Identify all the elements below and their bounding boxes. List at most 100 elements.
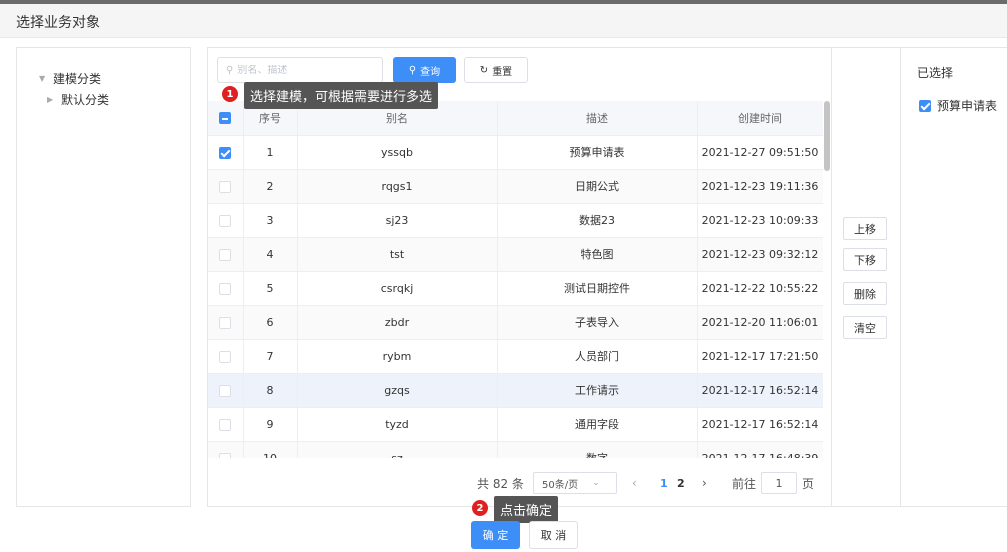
prev-page-icon[interactable]: ‹	[632, 472, 637, 494]
next-page-icon[interactable]: ›	[702, 472, 707, 494]
search-icon: ⚲	[408, 64, 417, 76]
row-checkbox[interactable]	[219, 214, 232, 227]
confirm-button[interactable]: 确 定	[471, 521, 520, 549]
page-1[interactable]: 1	[660, 472, 668, 494]
select-all-checkbox[interactable]	[219, 112, 232, 125]
alias-cell: gzqs	[297, 373, 498, 408]
table-row[interactable]: 6 zbdr 子表导入 2021-12-20 11:06:01	[208, 305, 823, 340]
row-checkbox[interactable]	[219, 180, 232, 193]
delete-button[interactable]: 删除	[843, 282, 887, 305]
created-time-cell: 2021-12-20 11:06:01	[697, 305, 823, 340]
table-row[interactable]: 9 tyzd 通用字段 2021-12-17 16:52:14	[208, 407, 823, 442]
row-number-cell: 7	[243, 339, 298, 374]
row-number-cell: 10	[243, 441, 298, 458]
description-cell: 特色图	[497, 237, 698, 272]
created-time-cell: 2021-12-23 10:09:33	[697, 203, 823, 238]
description-cell: 子表导入	[497, 305, 698, 340]
checkbox-cell[interactable]	[208, 169, 244, 204]
table-row[interactable]: 1 yssqb 预算申请表 2021-12-27 09:51:50	[208, 135, 823, 170]
row-checkbox[interactable]	[219, 282, 232, 295]
description-cell: 通用字段	[497, 407, 698, 442]
checkbox-cell[interactable]	[208, 237, 244, 272]
reset-button-label: 重置	[492, 66, 513, 78]
created-time-cell: 2021-12-17 16:52:14	[697, 373, 823, 408]
hint-tooltip-select: 选择建模，可根据需要进行多选	[244, 82, 439, 109]
pagination: 共 82 条 50条/页 ⌄ ‹ 1 2 › 前往 1 页	[208, 472, 833, 496]
row-checkbox[interactable]	[219, 146, 232, 159]
row-checkbox[interactable]	[219, 418, 232, 431]
dialog-title: 选择业务对象	[16, 15, 100, 31]
action-column: 上移 下移 删除 清空	[832, 47, 900, 507]
description-cell: 工作请示	[497, 373, 698, 408]
search-box[interactable]: ⚲	[217, 57, 383, 83]
checkbox-cell[interactable]	[208, 441, 244, 458]
table-row[interactable]: 8 gzqs 工作请示 2021-12-17 16:52:14	[208, 373, 823, 408]
row-number-cell: 8	[243, 373, 298, 408]
checkbox-cell[interactable]	[208, 135, 244, 170]
created-time-cell: 2021-12-23 19:11:36	[697, 169, 823, 204]
alias-cell: sj23	[297, 203, 498, 238]
table-row[interactable]: 7 rybm 人员部门 2021-12-17 17:21:50	[208, 339, 823, 374]
selected-panel: 已选择 预算申请表	[900, 47, 1007, 507]
row-checkbox[interactable]	[219, 384, 232, 397]
total-count: 共 82 条	[477, 476, 524, 491]
created-time-cell: 2021-12-22 10:55:22	[697, 271, 823, 306]
selected-item-checkbox[interactable]	[919, 99, 931, 112]
tree-node-default[interactable]: ▶ 默认分类	[47, 91, 109, 108]
row-number-cell: 3	[243, 203, 298, 238]
alias-cell: csrqkj	[297, 271, 498, 306]
table-scrollbar[interactable]	[824, 101, 830, 171]
page-unit-label: 页	[802, 476, 815, 491]
description-cell: 人员部门	[497, 339, 698, 374]
table-row[interactable]: 2 rqgs1 日期公式 2021-12-23 19:11:36	[208, 169, 823, 204]
reset-button[interactable]: ↻ 重置	[464, 57, 528, 83]
category-tree: ▼ 建模分类 ▶ 默认分类	[16, 47, 191, 507]
query-button-label: 查询	[420, 66, 441, 78]
checkbox-cell[interactable]	[208, 407, 244, 442]
object-list-panel: ⚲ ⚲ 查询 ↻ 重置 序号 别名 描述 创建时间 1yssqb预算申请表202…	[207, 47, 832, 507]
caret-down-icon: ▼	[39, 74, 46, 83]
clear-button[interactable]: 清空	[843, 316, 887, 339]
description-cell: 预算申请表	[497, 135, 698, 170]
search-icon: ⚲	[226, 64, 234, 76]
row-checkbox[interactable]	[219, 350, 232, 363]
select-all-cell[interactable]	[208, 101, 244, 136]
cancel-button[interactable]: 取 消	[529, 521, 578, 549]
selected-item[interactable]: 预算申请表	[919, 97, 997, 114]
table-row[interactable]: 3 sj23 数据23 2021-12-23 10:09:33	[208, 203, 823, 238]
created-time-cell: 2021-12-17 16:52:14	[697, 407, 823, 442]
table-row[interactable]: 4 tst 特色图 2021-12-23 09:32:12	[208, 237, 823, 272]
created-time-cell: 2021-12-27 09:51:50	[697, 135, 823, 170]
page-2[interactable]: 2	[677, 472, 685, 494]
checkbox-cell[interactable]	[208, 203, 244, 238]
description-cell: 测试日期控件	[497, 271, 698, 306]
move-up-button[interactable]: 上移	[843, 217, 887, 240]
table-row[interactable]: 10sz数字2021-12-17 16:48:39	[208, 441, 823, 458]
move-down-button[interactable]: 下移	[843, 248, 887, 271]
query-button[interactable]: ⚲ 查询	[393, 57, 456, 83]
goto-label: 前往	[732, 476, 757, 491]
created-time-cell: 2021-12-17 17:21:50	[697, 339, 823, 374]
checkbox-cell[interactable]	[208, 373, 244, 408]
alias-cell: sz	[297, 441, 498, 458]
row-checkbox[interactable]	[219, 452, 232, 458]
tree-node-root[interactable]: ▼ 建模分类	[39, 70, 101, 87]
object-table: 序号 别名 描述 创建时间 1 yssqb 预算申请表 2021-12-27 09:5…	[208, 101, 823, 458]
goto-page-input[interactable]: 1	[761, 472, 797, 494]
dialog-header: 选择业务对象	[0, 4, 1007, 38]
search-input[interactable]	[237, 64, 368, 76]
selected-title: 已选择	[917, 66, 954, 80]
row-number-cell: 1	[243, 135, 298, 170]
step-badge-1: 1	[222, 86, 238, 102]
description-cell: 数字	[497, 441, 698, 458]
checkbox-cell[interactable]	[208, 271, 244, 306]
checkbox-cell[interactable]	[208, 339, 244, 374]
checkbox-cell[interactable]	[208, 305, 244, 340]
table-row[interactable]: 5 csrqkj 测试日期控件 2021-12-22 10:55:22	[208, 271, 823, 306]
chevron-down-icon: ⌄	[592, 478, 600, 488]
page-size-select[interactable]: 50条/页 ⌄	[533, 472, 617, 494]
row-checkbox[interactable]	[219, 248, 232, 261]
row-checkbox[interactable]	[219, 316, 232, 329]
row-number-cell: 4	[243, 237, 298, 272]
step-badge-2: 2	[472, 500, 488, 516]
